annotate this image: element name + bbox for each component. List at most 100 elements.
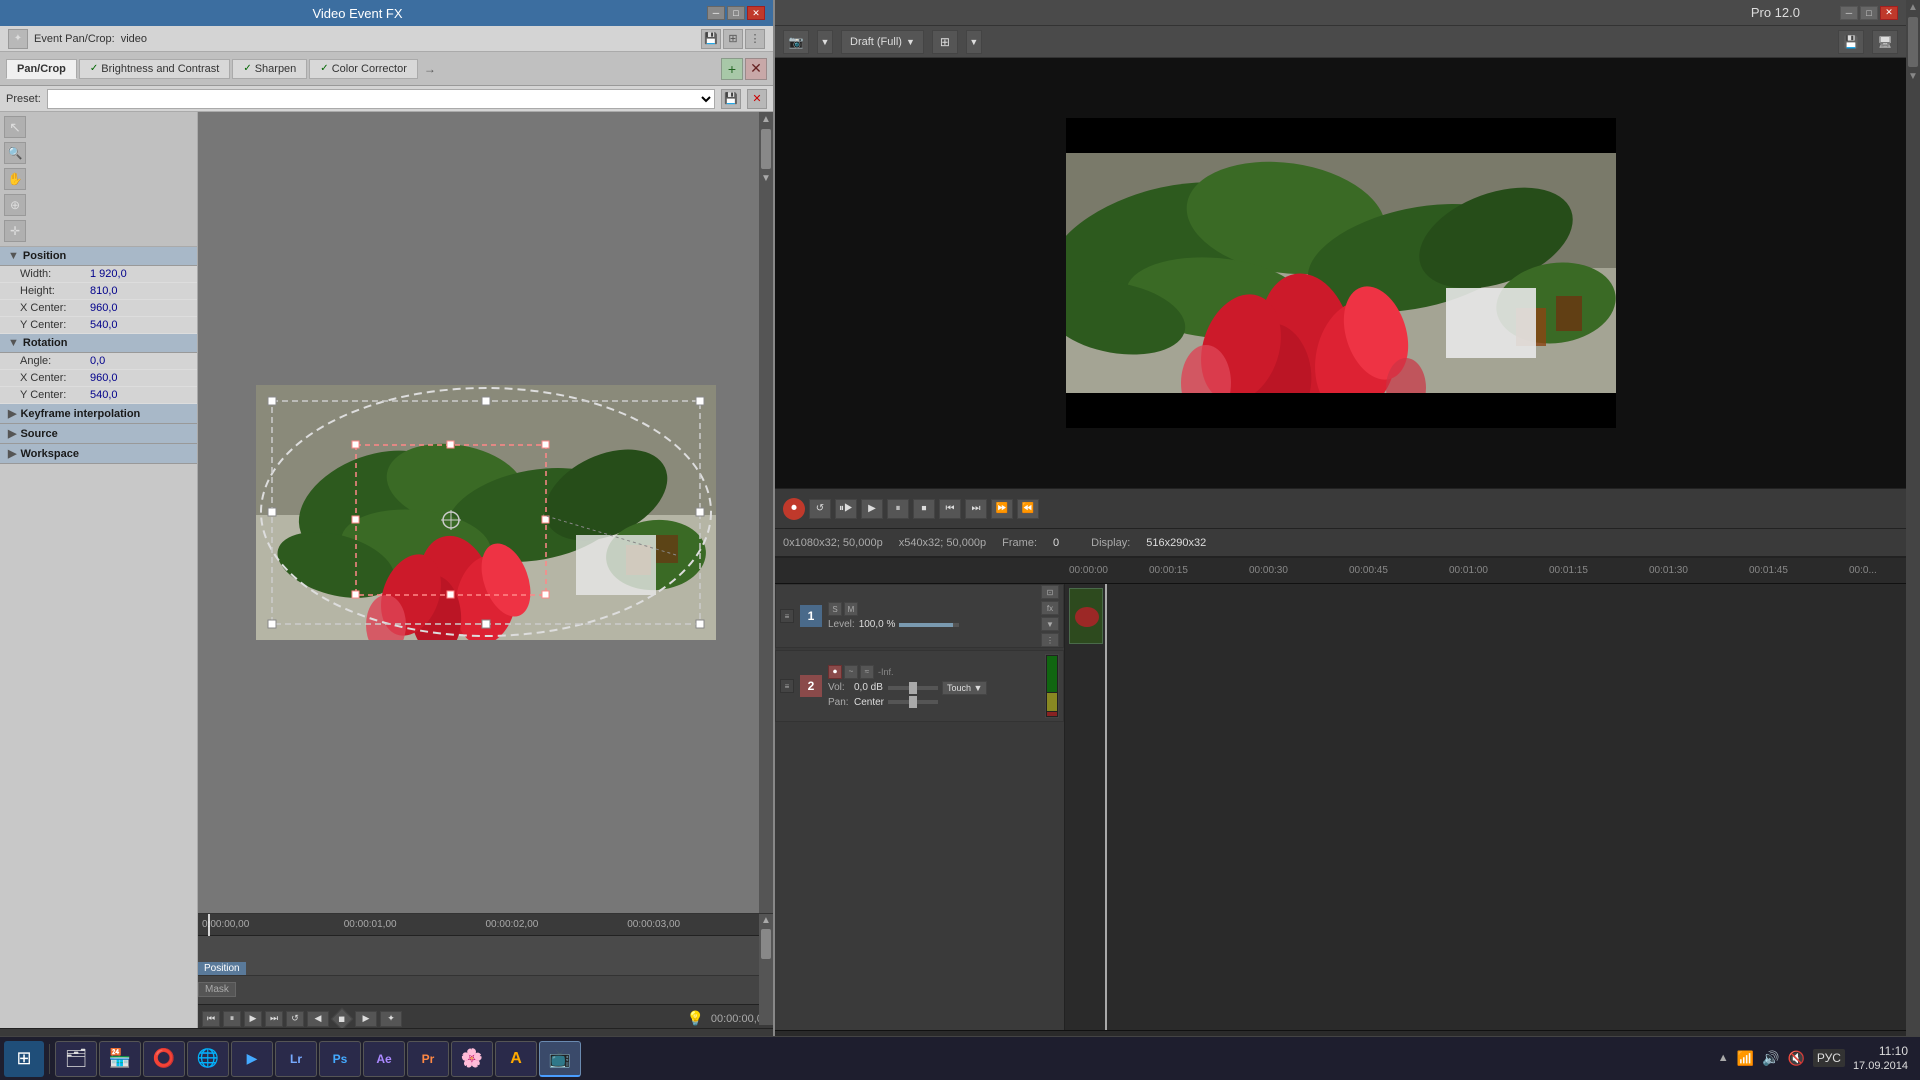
preview-save-btn[interactable]: 💾 (1838, 30, 1864, 54)
tab-brightness-contrast[interactable]: ✓Brightness and Contrast (79, 59, 230, 79)
track2-solo-icon[interactable]: ~ (844, 665, 858, 679)
track-mute-a[interactable]: ≡ (780, 679, 794, 693)
taskbar-app-player[interactable]: ▶ (231, 1041, 273, 1077)
taskbar-app-flower[interactable]: 🌸 (451, 1041, 493, 1077)
v-rr-btn[interactable]: ⏪ (1017, 499, 1039, 519)
touch-mode-btn[interactable]: Touch ▼ (942, 681, 987, 695)
taskbar-app-opera[interactable]: ⭕ (143, 1041, 185, 1077)
tool-add-node[interactable]: ✛ (4, 220, 26, 242)
taskbar-app-store[interactable]: 🏪 (99, 1041, 141, 1077)
preset-save-btn[interactable]: 💾 (701, 29, 721, 49)
taskbar-app-a[interactable]: A (495, 1041, 537, 1077)
preset-select[interactable] (47, 89, 715, 109)
tray-sound[interactable]: 🔊 (1762, 1050, 1779, 1067)
tab-color-corrector[interactable]: ✓Color Corrector (309, 59, 418, 79)
tray-network[interactable]: 📶 (1737, 1050, 1754, 1067)
tool-select[interactable]: ✦ (8, 29, 28, 49)
preview-monitor-btn[interactable]: 🖥 (1872, 30, 1898, 54)
res2-info: x540x32; 50,000p (899, 537, 986, 549)
preset-save-icon[interactable]: 💾 (721, 89, 741, 109)
track2-arm-icon[interactable]: ≈ (860, 665, 874, 679)
canvas-scrollbar-v[interactable]: ▲ ▼ (759, 112, 773, 913)
vegas-max-btn[interactable]: □ (1860, 6, 1878, 20)
timeline-scrollbar-v[interactable]: ▲ (759, 914, 773, 1025)
keyframe-group-header[interactable]: ▶ Keyframe interpolation (0, 404, 197, 424)
pan-slider[interactable] (888, 700, 938, 704)
preview-cam-btn[interactable]: 📷 (783, 30, 809, 54)
preset-grid-btn[interactable]: ⊞ (723, 29, 743, 49)
vegas-close-btn[interactable]: ✕ (1880, 6, 1898, 20)
v-pause-btn[interactable]: ⏸ (887, 499, 909, 519)
tool-zoom[interactable]: 🔍 (4, 142, 26, 164)
v-stop-btn[interactable]: ⏹ (913, 499, 935, 519)
tray-lang[interactable]: РУС (1813, 1049, 1845, 1067)
vfx-maximize-btn[interactable]: □ (727, 6, 745, 20)
preset-close-icon[interactable]: ✕ (747, 89, 767, 109)
preset-grid2-btn[interactable]: ⋮ (745, 29, 765, 49)
taskbar-app-ps[interactable]: Ps (319, 1041, 361, 1077)
remove-fx-btn[interactable]: ✕ (745, 58, 767, 80)
tab-sharpen[interactable]: ✓Sharpen (232, 59, 307, 79)
tl-diamond[interactable]: ◆ (331, 1007, 354, 1028)
tray-up-arrow[interactable]: ▲ (1718, 1052, 1729, 1064)
workspace-group: ▶ Workspace (0, 444, 197, 464)
tray-sound-x[interactable]: 🔇 (1787, 1050, 1804, 1067)
v-goto-end-btn[interactable]: ⏭ (965, 499, 987, 519)
start-btn[interactable]: ⊞ (4, 1041, 44, 1077)
prop-xcenter: X Center: 960,0 (0, 300, 197, 317)
preview-grid-btn[interactable]: ⊞ (932, 30, 958, 54)
vegas-min-btn[interactable]: ─ (1840, 6, 1858, 20)
v-ff-btn[interactable]: ⏩ (991, 499, 1013, 519)
taskbar-app-vegas[interactable]: 📺 (539, 1041, 581, 1077)
tab-pan-crop[interactable]: Pan/Crop (6, 59, 77, 79)
video-clip[interactable] (1069, 588, 1103, 644)
track1-expand-btn[interactable]: ▼ (1041, 617, 1059, 631)
tray-datetime: 11:10 17.09.2014 (1853, 1044, 1908, 1074)
vfx-close-btn[interactable]: ✕ (747, 6, 765, 20)
track-mute-v[interactable]: ≡ (780, 609, 794, 623)
vegas-track-lanes[interactable] (1065, 584, 1906, 1030)
taskbar-app-chrome[interactable]: 🌐 (187, 1041, 229, 1077)
main-scrollbar-v[interactable]: ▲ ▼ (1906, 0, 1920, 1080)
track1-comp-btn[interactable]: ⊡ (1041, 585, 1059, 599)
tl-kf-left[interactable]: ◀ (307, 1011, 329, 1027)
source-group-header[interactable]: ▶ Source (0, 424, 197, 444)
track1-fx-btn[interactable]: fx (1041, 601, 1059, 615)
v-play-btn[interactable]: ▶ (861, 499, 883, 519)
tl-play[interactable]: ▶ (244, 1011, 262, 1027)
tl-goto-end[interactable]: ⏭ (265, 1011, 283, 1027)
position-group-header[interactable]: ▼ Position (0, 247, 197, 266)
video-canvas[interactable] (256, 385, 716, 640)
tl-goto-start[interactable]: ⏮ (202, 1011, 220, 1027)
vfx-minimize-btn[interactable]: ─ (707, 6, 725, 20)
draft-label-btn[interactable]: Draft (Full) ▼ (841, 30, 924, 54)
workspace-group-header[interactable]: ▶ Workspace (0, 444, 197, 464)
preview-cam-dropdown[interactable]: ▼ (817, 30, 833, 54)
v-goto-start-btn[interactable]: ⏮ (939, 499, 961, 519)
source-group: ▶ Source (0, 424, 197, 444)
audio-track-control: ≡ 2 ⏺ ~ ≈ -Inf. (775, 650, 1064, 722)
rotation-group-header[interactable]: ▼ Rotation (0, 334, 197, 353)
track1-mute[interactable]: M (844, 602, 858, 616)
add-fx-btn[interactable]: + (721, 58, 743, 80)
tl-loop[interactable]: ↺ (286, 1011, 304, 1027)
level-slider-track1[interactable] (899, 623, 959, 627)
track1-solo[interactable]: S (828, 602, 842, 616)
track2-mute-icon[interactable]: ⏺ (828, 665, 842, 679)
taskbar-app-pr[interactable]: Pr (407, 1041, 449, 1077)
preview-grid-dropdown[interactable]: ▼ (966, 30, 982, 54)
tool-anchor[interactable]: ⊕ (4, 194, 26, 216)
vol-slider[interactable] (888, 686, 938, 690)
tl-kf-right[interactable]: ▶ (355, 1011, 377, 1027)
tl-play-pause[interactable]: ⏸ (223, 1011, 241, 1027)
taskbar-app-ae[interactable]: Ae (363, 1041, 405, 1077)
track1-menu-btn[interactable]: ⋮ (1041, 633, 1059, 647)
taskbar-app-explorer[interactable]: 🗂 (55, 1041, 97, 1077)
tool-arrow[interactable]: ↖ (4, 116, 26, 138)
v-record-btn[interactable]: ⏺ (783, 498, 805, 520)
tl-add[interactable]: ✦ (380, 1011, 402, 1027)
taskbar-app-lr[interactable]: Lr (275, 1041, 317, 1077)
tool-pan[interactable]: ✋ (4, 168, 26, 190)
v-play-pause-btn[interactable]: ⏸▶ (835, 499, 857, 519)
v-loop-btn[interactable]: ↺ (809, 499, 831, 519)
